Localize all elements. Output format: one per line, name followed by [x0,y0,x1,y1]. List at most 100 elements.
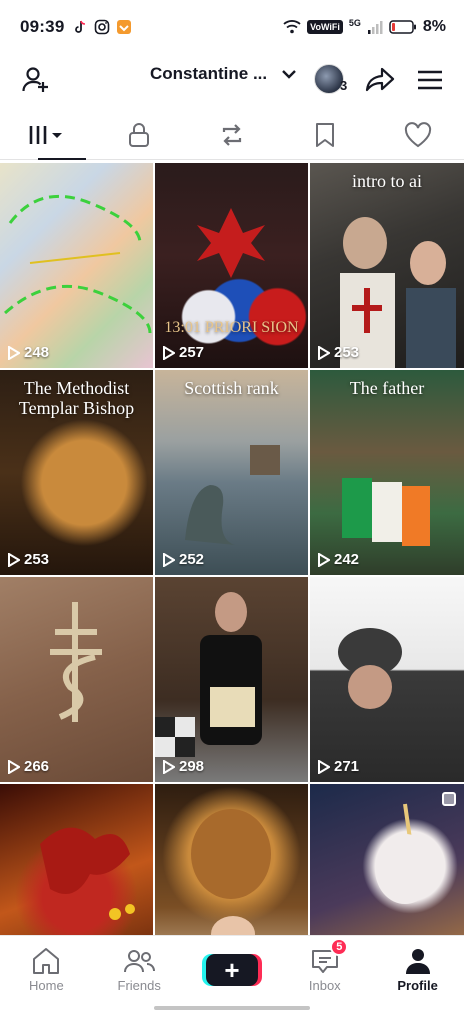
video-caption: The Methodist Templar Bishop [18,378,135,418]
wifi-icon [283,20,301,34]
status-time: 09:39 [20,17,65,36]
play-icon [318,759,330,774]
network-label: 5G [348,18,361,28]
nav-label: Profile [397,977,438,993]
avatar-count: 3 [340,77,348,93]
video-caption: The father [349,378,425,398]
signal-icon [367,21,383,34]
irish-flag-art [342,478,430,546]
view-count: 248 [8,344,49,361]
view-count: 253 [8,551,49,568]
unicorn-art [375,803,435,904]
account-switcher[interactable]: Constantine ... [150,64,297,84]
heart-icon [404,121,431,147]
play-icon [8,552,20,567]
video-caption: intro to ai [352,171,422,191]
lion-baby-art [191,809,271,935]
add-user-icon [22,67,48,92]
view-count: 298 [163,758,204,775]
multi-image-icon [442,792,456,806]
nav-inbox[interactable]: 5 Inbox [278,936,371,1003]
map-thumbnail-art [4,194,152,334]
video-caption: 13:01 PRIORI SION [164,319,299,336]
video-thumbnail[interactable]: 298 [155,577,308,782]
man-apron-art [200,592,262,745]
profile-header: Constantine ... 3 [0,54,464,104]
nav-profile[interactable]: Profile [371,936,464,1003]
create-button[interactable]: + [205,953,258,986]
cap-man-art [338,628,402,709]
hamburger-menu-icon [418,70,442,90]
nav-label: Home [29,977,64,993]
view-count: 253 [318,344,359,361]
video-grid: 248 13:01 PRIORI SION 257 intro to ai 25… [0,163,464,935]
status-left-icons [72,19,132,35]
menu-button[interactable] [406,56,454,104]
video-thumbnail[interactable] [155,784,308,935]
home-indicator [154,1006,310,1010]
status-right: VoWiFi 5G 8% [283,18,446,36]
view-count: 252 [163,551,204,568]
app-icon [117,20,132,34]
view-count: 257 [163,344,204,361]
status-bar: 09:39 VoWiFi 5G 8% [0,0,464,54]
play-icon [163,759,175,774]
play-icon [163,345,175,360]
profile-tabs [0,110,464,160]
tab-videos[interactable] [0,110,93,160]
nav-label: Inbox [308,977,341,993]
video-thumbnail[interactable]: 13:01 PRIORI SION 257 [155,163,308,368]
share-button[interactable] [356,56,404,104]
video-caption: Scottish rank [184,378,279,398]
videos-grid-icon [30,125,63,144]
tiktok-icon [75,20,86,33]
loch-art [185,445,280,545]
chevron-down-icon [282,70,296,79]
video-thumbnail[interactable] [310,784,464,935]
share-icon [365,67,395,92]
instagram-icon [95,19,110,35]
friends-icon [124,949,156,972]
nav-label: Friends [117,977,161,993]
video-thumbnail[interactable]: The father 242 [310,370,464,575]
play-icon [8,759,20,774]
nav-home[interactable]: Home [0,936,93,1003]
video-thumbnail[interactable]: intro to ai 253 [310,163,464,368]
battery-percent: 8% [422,18,446,35]
inbox-badge: 5 [330,938,349,956]
tab-liked[interactable] [371,110,464,159]
nav-friends[interactable]: Friends [93,936,186,1003]
play-icon [318,345,330,360]
lock-icon [129,122,150,147]
home-icon [33,947,60,974]
repost-icon [222,123,242,146]
video-thumbnail[interactable]: Scottish rank 252 [155,370,308,575]
video-thumbnail[interactable] [0,784,153,935]
view-count: 271 [318,758,359,775]
video-thumbnail[interactable]: 271 [310,577,464,782]
view-count: 266 [8,758,49,775]
profile-icon [405,948,430,974]
bottom-nav: Home Friends + 5 Inbox Profile [0,935,464,1003]
tab-reposts[interactable] [186,110,279,159]
nav-create[interactable]: + [186,936,279,1003]
plus-icon: + [224,954,240,985]
add-user-button[interactable] [12,56,60,104]
video-thumbnail[interactable]: 266 [0,577,153,782]
play-icon [163,552,175,567]
play-icon [318,552,330,567]
tab-private[interactable] [93,110,186,159]
bookmark-icon [315,122,334,147]
username: Constantine ... [150,64,268,83]
avatar-button[interactable]: 3 [314,62,354,96]
play-icon [8,345,20,360]
video-thumbnail[interactable]: 248 [0,163,153,368]
battery-icon [389,20,416,34]
vowifi-badge: VoWiFi [307,20,343,34]
symbol-art [50,602,102,722]
templar-art [340,217,456,368]
video-thumbnail[interactable]: The Methodist Templar Bishop 253 [0,370,153,575]
tab-favorites[interactable] [278,110,371,159]
dragon-art [40,827,135,920]
view-count: 242 [318,551,359,568]
